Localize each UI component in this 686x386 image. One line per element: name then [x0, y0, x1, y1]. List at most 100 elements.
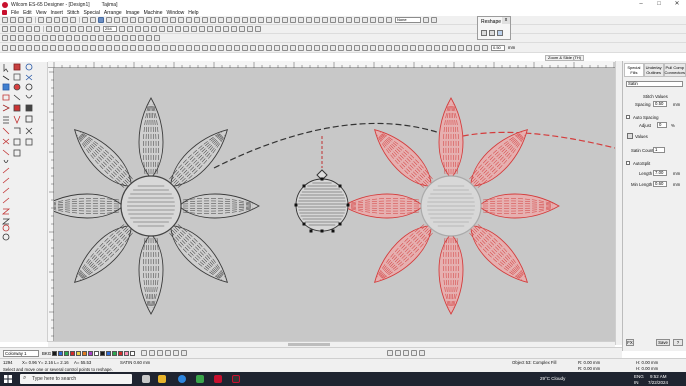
tool-icon[interactable] — [130, 17, 136, 23]
tool-icon[interactable] — [226, 44, 232, 51]
tool-icon[interactable] — [306, 44, 312, 51]
tool-icon[interactable] — [98, 35, 104, 41]
scroll-thumb[interactable] — [288, 343, 330, 346]
mode-select[interactable]: None — [395, 17, 421, 23]
tool-icon[interactable] — [258, 44, 264, 51]
tool-icon[interactable] — [170, 44, 176, 51]
color-swatch[interactable] — [64, 350, 70, 356]
tool-icon[interactable] — [10, 26, 16, 32]
tool-icon[interactable] — [386, 17, 392, 23]
tool-icon[interactable] — [290, 17, 296, 23]
tool-icon[interactable] — [146, 44, 152, 51]
tool-icon[interactable] — [202, 44, 208, 51]
tool-icon[interactable] — [282, 17, 288, 23]
design-canvas[interactable] — [54, 68, 615, 341]
tool-icon[interactable] — [234, 44, 240, 51]
tool-icon[interactable] — [207, 26, 213, 32]
min-length-input[interactable]: 0.60 — [653, 181, 667, 187]
clock-time[interactable]: 9:52 AM — [650, 374, 667, 379]
color-swatch[interactable] — [52, 350, 58, 356]
tool-icon[interactable] — [178, 44, 184, 51]
tool-icon[interactable] — [18, 44, 24, 51]
windows-start-icon[interactable] — [4, 375, 12, 383]
tool-icon[interactable] — [282, 44, 288, 51]
tool-icon[interactable] — [18, 26, 24, 32]
tool-icon[interactable] — [186, 44, 192, 51]
tool-icon[interactable] — [106, 44, 112, 51]
color-swatch[interactable] — [118, 350, 124, 356]
tool-icon[interactable] — [2, 26, 8, 32]
tool-icon[interactable] — [370, 17, 376, 23]
tab-underlay-outlines[interactable]: Underlay Outlines — [643, 63, 664, 77]
control-point[interactable] — [346, 203, 350, 207]
tool-icon[interactable] — [247, 26, 253, 32]
tool-icon[interactable] — [122, 44, 128, 51]
zoom-icon[interactable] — [94, 26, 100, 32]
tool-icon[interactable] — [162, 17, 168, 23]
tool-icon[interactable] — [423, 17, 429, 23]
tool-icon[interactable] — [154, 35, 160, 41]
palette-tool-icon[interactable] — [165, 350, 172, 356]
tool-icon[interactable] — [2, 35, 8, 41]
color-swatch[interactable] — [124, 350, 130, 356]
tool-icon[interactable] — [127, 26, 133, 32]
weather-text[interactable]: 29°C Cloudy — [540, 376, 565, 381]
tool-icon[interactable] — [34, 26, 40, 32]
language-text[interactable]: ENG — [634, 374, 644, 379]
cut-icon[interactable] — [38, 17, 44, 23]
tool-icon[interactable] — [151, 26, 157, 32]
palette-tool-icon[interactable] — [411, 350, 418, 356]
tool-icon[interactable] — [42, 44, 48, 51]
tool-icon[interactable] — [450, 44, 456, 51]
tool-icon[interactable] — [346, 44, 352, 51]
tool-icon[interactable] — [338, 17, 344, 23]
color-swatch[interactable] — [112, 350, 118, 356]
tool-icon[interactable] — [170, 17, 176, 23]
tool-icon[interactable] — [46, 26, 52, 32]
tool-icon[interactable] — [226, 17, 232, 23]
tool-icon[interactable] — [54, 26, 60, 32]
tool-icon[interactable] — [298, 44, 304, 51]
tool-icon[interactable] — [231, 26, 237, 32]
colorway-select[interactable]: Colorway 1 — [3, 349, 39, 357]
tab-special-fills[interactable]: Special Fills — [624, 63, 644, 77]
tool-icon[interactable] — [58, 35, 64, 41]
menu-edit[interactable]: Edit — [23, 10, 32, 16]
close-icon[interactable]: x — [502, 17, 510, 24]
tool-icon[interactable] — [143, 26, 149, 32]
new-icon[interactable] — [2, 17, 8, 23]
tool-icon[interactable] — [66, 35, 72, 41]
tool-icon[interactable] — [114, 35, 120, 41]
tool-icon[interactable] — [274, 44, 280, 51]
tool-icon[interactable] — [122, 17, 128, 23]
tool-icon[interactable] — [119, 26, 125, 32]
control-point[interactable] — [320, 229, 324, 233]
tool-icon[interactable] — [154, 44, 160, 51]
tool-icon[interactable] — [242, 44, 248, 51]
stitch-player-icon[interactable] — [98, 17, 104, 23]
chrome-icon[interactable] — [196, 375, 204, 383]
tool-icon[interactable] — [167, 26, 173, 32]
save-button[interactable]: Save — [656, 339, 670, 346]
tool-icon[interactable] — [50, 35, 56, 41]
tool-icon[interactable] — [146, 17, 152, 23]
tool-icon[interactable] — [66, 44, 72, 51]
save-icon[interactable] — [18, 17, 24, 23]
auto-spacing-checkbox[interactable] — [626, 115, 630, 119]
tool-icon[interactable] — [223, 26, 229, 32]
satin-count-input[interactable]: 1 — [653, 147, 665, 153]
tool-icon[interactable] — [26, 35, 32, 41]
tool-icon[interactable] — [234, 17, 240, 23]
task-view-icon[interactable] — [142, 375, 150, 383]
redo-icon[interactable] — [70, 17, 76, 23]
menu-stitch[interactable]: Stitch — [67, 10, 80, 16]
paste-icon[interactable] — [54, 17, 60, 23]
tool-icon[interactable] — [58, 44, 64, 51]
adjust-input[interactable]: 0 — [657, 122, 667, 128]
tool-icon[interactable] — [26, 44, 32, 51]
tool-icon[interactable] — [138, 44, 144, 51]
color-swatch[interactable] — [94, 350, 100, 356]
tool-icon[interactable] — [306, 17, 312, 23]
close-icon[interactable]: ✕ — [668, 0, 686, 9]
tool-icon[interactable] — [250, 17, 256, 23]
